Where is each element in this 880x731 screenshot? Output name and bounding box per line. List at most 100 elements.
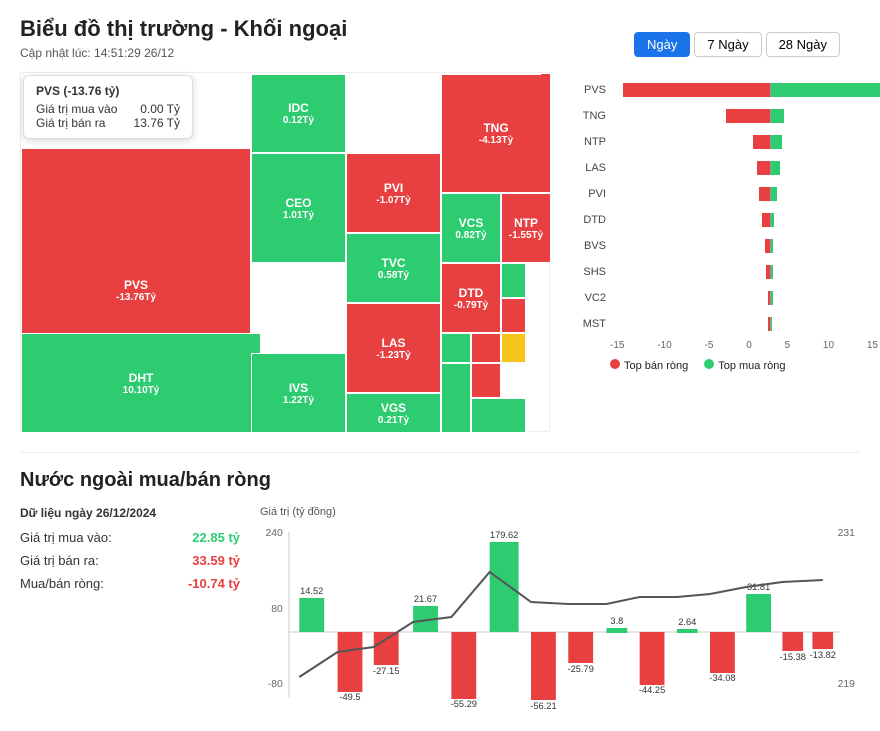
net-val: -10.74 tỷ xyxy=(188,576,240,591)
pos-bar-2 xyxy=(771,135,782,149)
bar-left-label-0: PVS xyxy=(566,84,606,96)
tm-dht[interactable]: DHT 10.10Tỷ xyxy=(21,333,261,433)
bar-left-label-4: PVI xyxy=(566,188,606,200)
bar-row-0: PVSDHT xyxy=(566,80,880,100)
svg-text:-27.15: -27.15 xyxy=(373,666,399,676)
combined-chart: 240 80 -80 231 219 14.52 -49.5 xyxy=(260,522,860,712)
pos-bar-6 xyxy=(771,239,773,253)
legend-row: Top bán ròng Top mua ròng xyxy=(610,359,880,372)
bar-row-5: DTDDL1 xyxy=(566,210,880,230)
bar-row-9: MSTIDC xyxy=(566,314,880,334)
buy-val: 22.85 tỷ xyxy=(192,530,240,545)
tm-small4[interactable] xyxy=(471,333,501,363)
tm-pvi[interactable]: PVI -1.07Tỷ xyxy=(346,153,441,233)
neg-bar-1 xyxy=(726,109,770,123)
svg-text:219: 219 xyxy=(838,679,856,690)
btn-28day[interactable]: 28 Ngày xyxy=(766,32,840,57)
treemap: PVS (-13.76 tỷ) Giá trị mua vào 0.00 Tỷ … xyxy=(21,73,549,431)
neg-bar-5 xyxy=(762,213,770,227)
tm-vcs[interactable]: VCS 0.82Tỷ xyxy=(441,193,501,263)
bar-left-label-8: VC2 xyxy=(566,292,606,304)
tm-small3[interactable] xyxy=(441,333,471,363)
sell-val: 33.59 tỷ xyxy=(192,553,240,568)
bar-center-2 xyxy=(610,135,880,149)
chart-title: Giá trị (tỷ đồng) xyxy=(260,506,860,518)
svg-text:231: 231 xyxy=(838,528,856,539)
bar-row-8: VC2VGS xyxy=(566,288,880,308)
buy-dot xyxy=(704,359,714,369)
tooltip-buy-label: Giá trị mua vào xyxy=(36,102,117,116)
tm-small1[interactable] xyxy=(501,263,526,298)
btn-7day[interactable]: 7 Ngày xyxy=(694,32,761,57)
tm-small7[interactable] xyxy=(471,363,501,398)
bar-center-4 xyxy=(610,187,880,201)
tm-small2[interactable] xyxy=(501,298,526,333)
tm-ceo[interactable]: CEO 1.01Tỷ xyxy=(251,153,346,263)
bar-center-9 xyxy=(610,317,880,331)
bar-left-label-5: DTD xyxy=(566,214,606,226)
section2-title: Nước ngoài mua/bán ròng xyxy=(20,469,860,492)
line-chart-container: Giá trị (tỷ đồng) 240 80 -80 231 219 14.… xyxy=(260,506,860,715)
tm-small5[interactable] xyxy=(501,333,526,363)
chart-axis: -15 -10 -5 0 5 10 15 xyxy=(610,340,878,351)
svg-text:-56.21: -56.21 xyxy=(530,701,556,711)
bar-chart-rows: PVSDHTTNGIVSNTPCEOLASVCSPVITVCDTDDL1BVSN… xyxy=(566,80,880,334)
svg-text:-34.08: -34.08 xyxy=(709,673,735,683)
bar-center-6 xyxy=(610,239,880,253)
bar-center-7 xyxy=(610,265,880,279)
pos-bar-3 xyxy=(771,161,780,175)
bar-left-label-3: LAS xyxy=(566,162,606,174)
tm-idc2[interactable] xyxy=(251,73,541,75)
pos-bar-4 xyxy=(771,187,777,201)
tm-dtd[interactable]: DTD -0.79Tỷ xyxy=(441,263,501,333)
bar-center-1 xyxy=(610,109,880,123)
pos-bar-1 xyxy=(771,109,784,123)
bar-center-3 xyxy=(610,161,880,175)
svg-text:-25.79: -25.79 xyxy=(568,664,594,674)
data-date: Dữ liệu ngày 26/12/2024 xyxy=(20,506,240,520)
tm-tvc[interactable]: TVC 0.58Tỷ xyxy=(346,233,441,303)
svg-text:-49.5: -49.5 xyxy=(339,692,360,702)
sell-row: Giá trị bán ra: 33.59 tỷ xyxy=(20,553,240,568)
tooltip-buy-val: 0.00 Tỷ xyxy=(140,102,180,116)
bar-row-2: NTPCEO xyxy=(566,132,880,152)
buy-label: Giá trị mua vào: xyxy=(20,530,112,545)
tm-vgs[interactable]: VGS 0.21Tỷ xyxy=(346,393,441,433)
bar-center-5 xyxy=(610,213,880,227)
pos-bar-8 xyxy=(771,291,773,305)
pos-bar-0 xyxy=(771,83,880,97)
sell-dot xyxy=(610,359,620,369)
tm-small6[interactable] xyxy=(441,363,471,433)
bar-row-3: LASVCS xyxy=(566,158,880,178)
legend-buy-label: Top mua ròng xyxy=(718,360,785,372)
treemap-tooltip: PVS (-13.76 tỷ) Giá trị mua vào 0.00 Tỷ … xyxy=(23,75,193,139)
btn-day[interactable]: Ngày xyxy=(634,32,690,57)
bar-left-label-6: BVS xyxy=(566,240,606,252)
tooltip-sell-label: Giá trị bán ra xyxy=(36,116,105,130)
tm-idc[interactable]: IDC 0.12Tỷ xyxy=(251,73,346,153)
tm-tng[interactable]: TNG -4.13Tỷ xyxy=(441,73,551,193)
bar-left-label-7: SHS xyxy=(566,266,606,278)
neg-bar-3 xyxy=(757,161,770,175)
tm-las[interactable]: LAS -1.23Tỷ xyxy=(346,303,441,393)
bar-row-7: SHSVTZ xyxy=(566,262,880,282)
neg-bar-2 xyxy=(753,135,770,149)
tm-ntp[interactable]: NTP -1.55Tỷ xyxy=(501,193,551,263)
svg-text:-44.25: -44.25 xyxy=(639,685,665,695)
bar-left-label-1: TNG xyxy=(566,110,606,122)
treemap-container: PVS (-13.76 tỷ) Giá trị mua vào 0.00 Tỷ … xyxy=(20,72,550,432)
legend-sell-label: Top bán ròng xyxy=(624,360,688,372)
barchart-container: PVSDHTTNGIVSNTPCEOLASVCSPVITVCDTDDL1BVSN… xyxy=(566,72,880,432)
bar-row-4: PVITVC xyxy=(566,184,880,204)
svg-text:-15.38: -15.38 xyxy=(780,652,806,662)
tm-small8[interactable] xyxy=(471,398,526,433)
tooltip-title: PVS (-13.76 tỷ) xyxy=(36,84,180,98)
svg-text:179.62: 179.62 xyxy=(490,530,518,540)
svg-text:-13.82: -13.82 xyxy=(810,650,836,660)
sell-label: Giá trị bán ra: xyxy=(20,553,99,568)
bar-left-label-9: MST xyxy=(566,318,606,330)
bar-left-label-2: NTP xyxy=(566,136,606,148)
tm-ivs[interactable]: IVS 1.22Tỷ xyxy=(251,353,346,433)
bar-row-6: BVSNRC xyxy=(566,236,880,256)
pos-bar-5 xyxy=(771,213,774,227)
